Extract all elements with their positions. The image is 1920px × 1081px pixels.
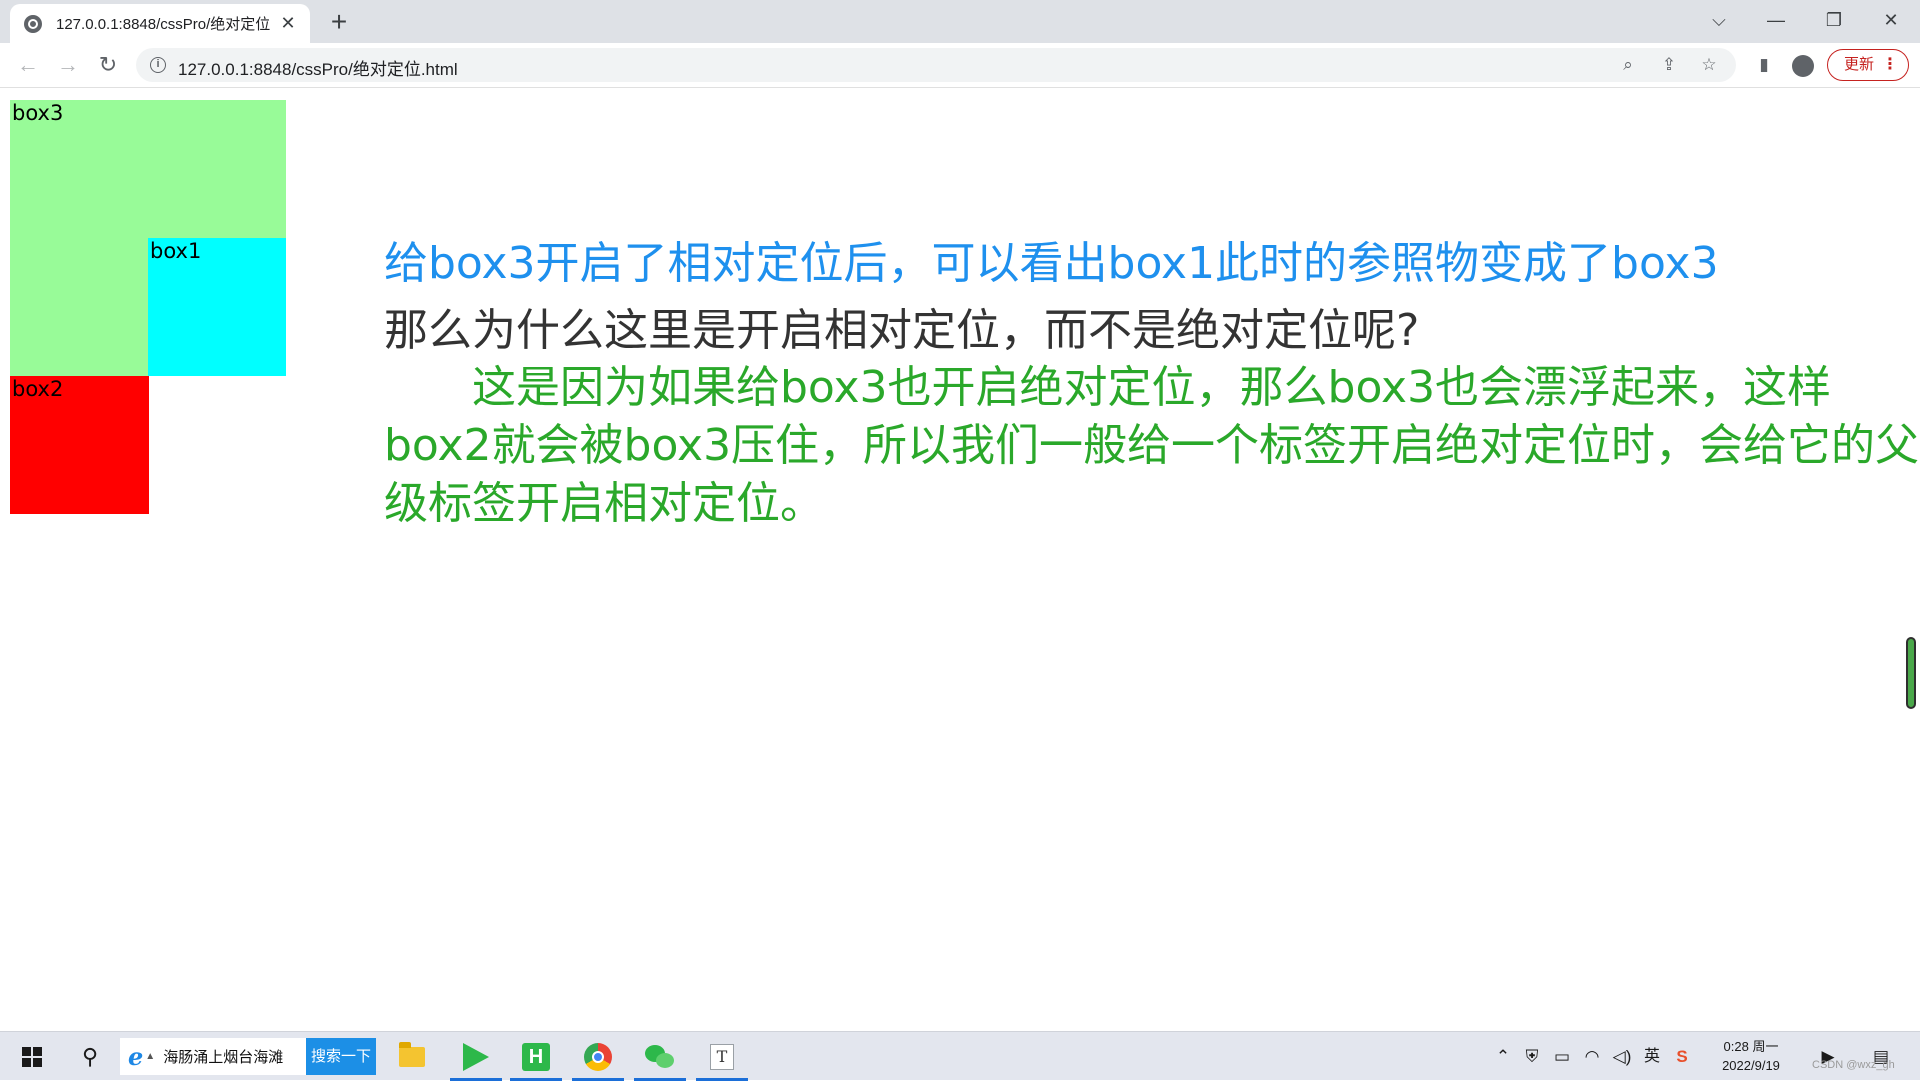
explanation-paragraph: 这是因为如果给box3也开启绝对定位，那么box3也会漂浮起来，这样box2就会… bbox=[384, 359, 1920, 533]
windows-icon bbox=[22, 1046, 42, 1067]
url-text[interactable]: 127.0.0.1:8848/cssPro/绝对定位.html bbox=[178, 55, 458, 80]
volume-icon[interactable]: ◁) bbox=[1609, 1032, 1635, 1081]
explanation-text: 这是因为如果给box3也开启绝对定位，那么box3也会漂浮起来，这样box2就会… bbox=[384, 362, 1920, 529]
star-icon[interactable]: ☆ bbox=[1697, 53, 1721, 77]
forward-button[interactable]: → bbox=[52, 49, 84, 81]
wifi-icon[interactable]: ◠ bbox=[1579, 1032, 1605, 1081]
profile-icon[interactable] bbox=[1789, 51, 1817, 79]
watermark: CSDN @wxz_gh bbox=[1812, 1059, 1895, 1071]
page-content: box3 box1 box2 给box3开启了相对定位后，可以看出box1此时的… bbox=[0, 89, 1920, 1031]
share-icon[interactable]: ⇪ bbox=[1657, 53, 1681, 77]
heading-line-2: 那么为什么这里是开启相对定位，而不是绝对定位呢? bbox=[384, 305, 1420, 356]
restore-button[interactable]: ❐ bbox=[1805, 0, 1863, 40]
notification-icon[interactable]: ▤ bbox=[1868, 1032, 1894, 1081]
close-window-button[interactable]: ✕ bbox=[1862, 0, 1920, 40]
hbuilder-icon: H bbox=[522, 1042, 550, 1071]
search-icon: ⚲ bbox=[81, 1043, 99, 1069]
recorder-icon[interactable]: ▶ bbox=[1815, 1032, 1841, 1081]
taskbar-search-box[interactable]: e ▲ 海肠涌上烟台海滩 bbox=[120, 1038, 306, 1075]
side-panel-icon[interactable]: ▮ bbox=[1750, 51, 1778, 79]
clock[interactable]: 0:28 周一 2022/9/19 bbox=[1712, 1037, 1790, 1075]
clock-time: 0:28 周一 bbox=[1723, 1039, 1779, 1054]
battery-icon[interactable]: ▭ bbox=[1549, 1032, 1575, 1081]
minimize-button[interactable]: — bbox=[1747, 0, 1805, 40]
play-icon bbox=[463, 1042, 489, 1071]
wechat-app[interactable] bbox=[634, 1032, 686, 1081]
browser-toolbar: ← → ↻ i 127.0.0.1:8848/cssPro/绝对定位.html … bbox=[0, 43, 1920, 88]
taskbar: ⚲ e ▲ 海肠涌上烟台海滩 搜索一下 H T ⌃ ⛨ ▭ ◠ ◁) 英 S 0… bbox=[0, 1031, 1920, 1081]
kebab-menu-icon[interactable]: ⋮ bbox=[1882, 50, 1898, 79]
box3-label: box3 bbox=[12, 101, 64, 125]
reload-button[interactable]: ↻ bbox=[92, 49, 124, 81]
active-tab[interactable]: 127.0.0.1:8848/cssPro/绝对定位 ✕ bbox=[10, 4, 310, 43]
caret-up-icon: ▲ bbox=[145, 1051, 156, 1062]
hbuilder-app[interactable]: H bbox=[510, 1032, 562, 1081]
box1: box1 bbox=[148, 238, 286, 376]
input-method-indicator[interactable]: 英 bbox=[1639, 1032, 1665, 1081]
chrome-app[interactable] bbox=[572, 1032, 624, 1081]
search-go-button[interactable]: 搜索一下 bbox=[306, 1038, 376, 1075]
chrome-icon bbox=[584, 1042, 612, 1071]
folder-icon bbox=[399, 1041, 425, 1067]
file-explorer-app[interactable] bbox=[386, 1032, 438, 1081]
sogou-icon[interactable]: S bbox=[1669, 1032, 1695, 1081]
arrow-right-icon: → bbox=[57, 52, 79, 77]
clock-date: 2022/9/19 bbox=[1722, 1058, 1780, 1073]
tab-title: 127.0.0.1:8848/cssPro/绝对定位 bbox=[56, 16, 271, 33]
chevron-up-icon[interactable]: ⌃ bbox=[1490, 1032, 1516, 1081]
heading-line-1: 给box3开启了相对定位后，可以看出box1此时的参照物变成了box3 bbox=[384, 238, 1719, 289]
reload-icon: ↻ bbox=[98, 52, 118, 77]
start-button[interactable] bbox=[10, 1032, 54, 1081]
update-button[interactable]: 更新 ⋮ bbox=[1827, 49, 1909, 81]
address-bar[interactable]: i 127.0.0.1:8848/cssPro/绝对定位.html ⌕ ⇪ ☆ bbox=[136, 48, 1736, 82]
wechat-icon bbox=[645, 1044, 675, 1069]
typora-app[interactable]: T bbox=[696, 1032, 748, 1081]
new-tab-button[interactable]: + bbox=[324, 7, 354, 37]
tab-strip: 127.0.0.1:8848/cssPro/绝对定位 ✕ + ⌵ — ❐ ✕ bbox=[0, 0, 1920, 43]
search-button[interactable]: ⚲ bbox=[68, 1032, 112, 1081]
scroll-marker[interactable] bbox=[1906, 637, 1916, 709]
tab-search-button[interactable]: ⌵ bbox=[1690, 0, 1748, 40]
update-label: 更新 bbox=[1844, 56, 1875, 73]
ie-icon: e bbox=[128, 1042, 144, 1071]
search-text: 海肠涌上烟台海滩 bbox=[163, 1049, 284, 1066]
box2-label: box2 bbox=[12, 377, 64, 401]
typora-icon: T bbox=[710, 1043, 734, 1070]
shield-icon[interactable]: ⛨ bbox=[1519, 1032, 1545, 1081]
arrow-left-icon: ← bbox=[17, 52, 39, 77]
video-player-app[interactable] bbox=[450, 1032, 502, 1081]
back-button[interactable]: ← bbox=[12, 49, 44, 81]
globe-icon bbox=[24, 14, 42, 33]
box2: box2 bbox=[10, 376, 149, 514]
tab-close-button[interactable]: ✕ bbox=[278, 13, 298, 34]
zoom-icon[interactable]: ⌕ bbox=[1616, 53, 1640, 77]
info-icon[interactable]: i bbox=[150, 57, 166, 73]
box1-label: box1 bbox=[150, 239, 202, 263]
